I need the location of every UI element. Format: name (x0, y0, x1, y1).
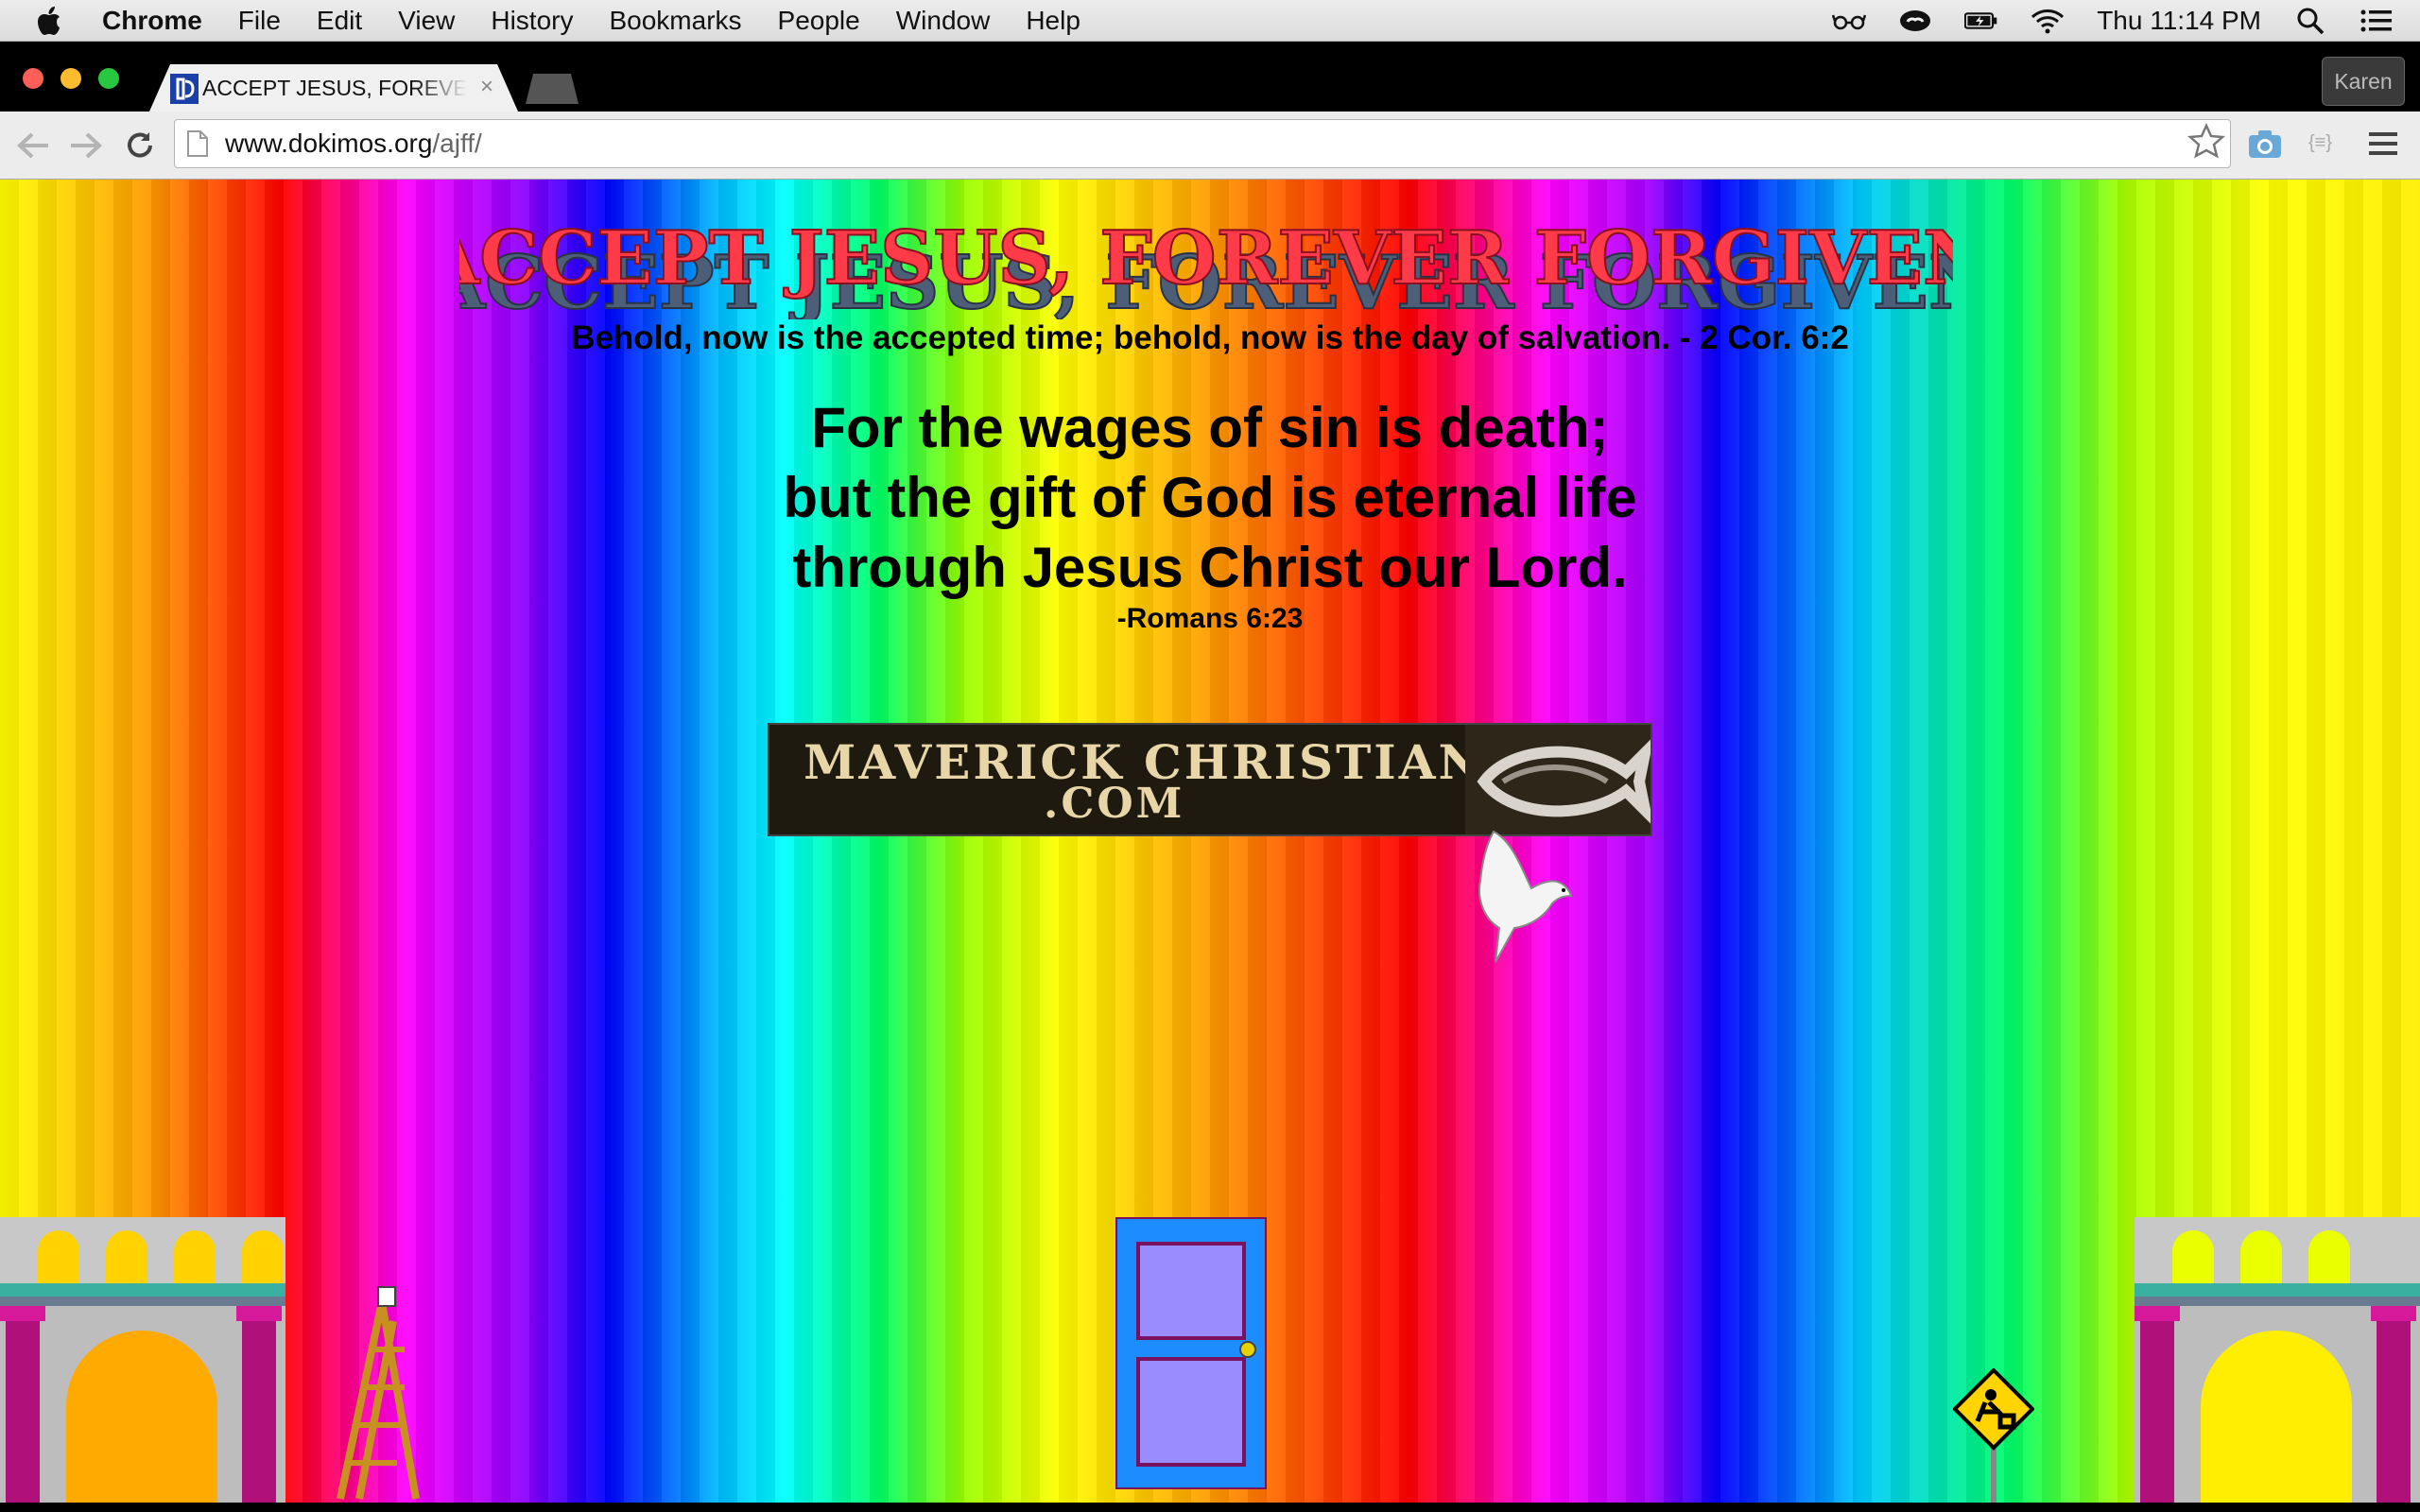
verse-line: For the wages of sin is death; (811, 396, 1609, 459)
reload-icon (128, 132, 152, 158)
menu-view[interactable]: View (398, 6, 455, 36)
page-bottom-edge (0, 1503, 2420, 1512)
stone-arch-right-image (2135, 1217, 2420, 1503)
reload-button[interactable] (119, 125, 161, 166)
menu-app-chrome[interactable]: Chrome (102, 6, 202, 36)
window-zoom-button[interactable] (98, 68, 119, 89)
back-button[interactable] (13, 125, 55, 166)
new-tab-button[interactable] (526, 74, 579, 104)
window-minimize-button[interactable] (60, 68, 81, 89)
verse-romans: For the wages of sin is death; but the g… (0, 393, 2420, 603)
chrome-menu-icon[interactable] (2369, 130, 2397, 157)
menu-bar-status-area: Thu 11:14 PM (1832, 0, 2394, 42)
menu-window[interactable]: Window (896, 6, 991, 36)
spotlight-search-icon[interactable] (2293, 8, 2327, 35)
verse-reference: -Romans 6:23 (1116, 603, 1304, 634)
menu-edit[interactable]: Edit (317, 6, 362, 36)
banner-title-image: ACCEPT JESUS, FOREVER FORGIVEN ACCEPT JE… (459, 215, 1953, 319)
page-document-icon (187, 130, 208, 157)
door-link[interactable] (1115, 1217, 1267, 1489)
creative-cloud-icon[interactable] (1898, 8, 1932, 34)
ichthus-horseshoe-icon (1465, 725, 1651, 834)
stone-arch-left-image (0, 1217, 285, 1503)
verse-2-corinthians: Behold, now is the accepted time; behold… (571, 319, 1849, 356)
url-text[interactable]: www.dokimos.org/ajff/ (225, 129, 482, 159)
apple-icon[interactable] (38, 6, 64, 36)
battery-charging-icon[interactable] (1964, 8, 1998, 34)
menu-history[interactable]: History (491, 6, 573, 36)
tab-close-icon[interactable]: × (480, 74, 493, 100)
address-bar[interactable] (174, 119, 2231, 168)
forward-arrow-icon (71, 132, 102, 159)
menu-help[interactable]: Help (1026, 6, 1080, 36)
menu-bookmarks[interactable]: Bookmarks (609, 6, 741, 36)
menu-bar-clock[interactable]: Thu 11:14 PM (2097, 6, 2261, 36)
reading-glasses-icon[interactable] (1832, 8, 1867, 34)
bookmark-star-icon[interactable] (2187, 123, 2225, 161)
window-close-button[interactable] (23, 68, 43, 89)
door-knob-icon (1239, 1341, 1256, 1358)
dove-icon (1478, 830, 1573, 963)
macos-menu-bar: Chrome File Edit View History Bookmarks … (0, 0, 2420, 42)
tab-title: ACCEPT JESUS, FOREVER FORGIVEN (202, 76, 467, 100)
under-construction-sign-icon (1953, 1368, 2034, 1503)
forward-button[interactable] (64, 125, 106, 166)
wifi-icon[interactable] (2031, 8, 2065, 34)
maverick-christians-banner-link[interactable]: MAVERICK CHRISTIANS .COM (768, 723, 1652, 836)
profile-button[interactable]: Karen (2322, 57, 2405, 106)
verse-line: through Jesus Christ our Lord. (792, 536, 1628, 599)
back-arrow-icon (17, 132, 48, 159)
ad-domain: .COM (1044, 780, 1185, 828)
ladder-image (337, 1286, 420, 1500)
site-favicon-icon (170, 74, 199, 104)
json-viewer-extension-icon[interactable]: {≡} (2308, 132, 2332, 154)
menu-people[interactable]: People (778, 6, 860, 36)
banner-title-text: ACCEPT JESUS, FOREVER FORGIVEN (459, 215, 1953, 301)
url-host: www.dokimos.org (225, 129, 433, 158)
screenshot-extension-camera-icon[interactable] (2248, 129, 2282, 159)
verse-line: but the gift of God is eternal life (783, 466, 1637, 529)
url-path: /ajff/ (432, 129, 482, 158)
notification-center-icon[interactable] (2360, 8, 2394, 34)
menu-file[interactable]: File (238, 6, 281, 36)
